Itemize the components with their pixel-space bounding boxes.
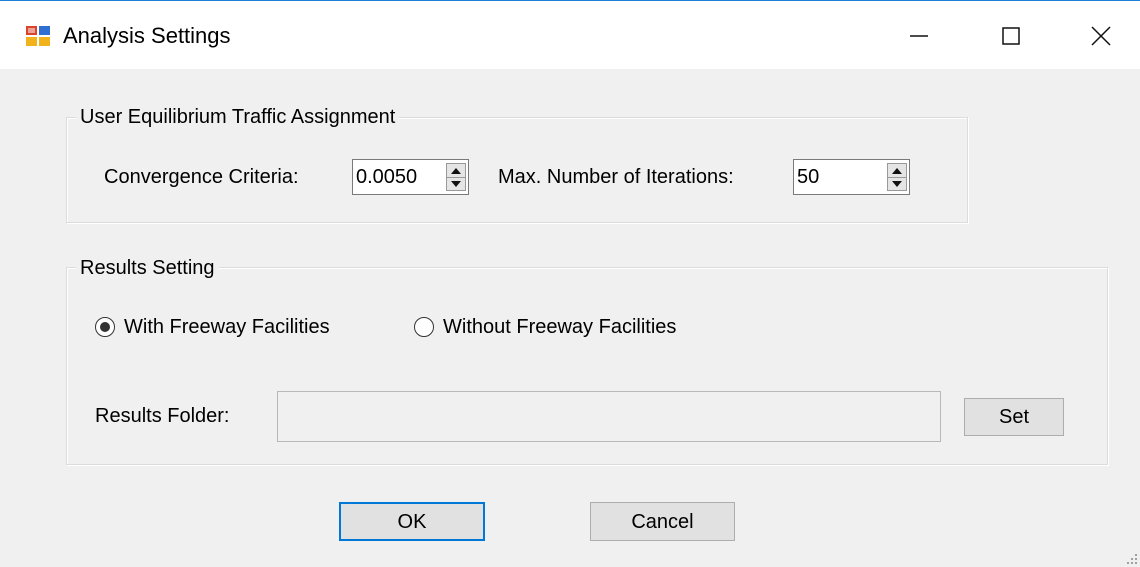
resize-grip-icon[interactable] xyxy=(1124,551,1138,565)
dialog-window: Analysis Settings User Equilibrium Traff… xyxy=(0,0,1140,567)
cancel-button[interactable]: Cancel xyxy=(590,502,735,541)
radio-with-freeway-circle[interactable] xyxy=(95,317,115,337)
results-setting-group-title: Results Setting xyxy=(76,256,219,280)
radio-with-freeway-label: With Freeway Facilities xyxy=(124,316,330,338)
spin-up-icon xyxy=(451,167,461,174)
ok-button[interactable]: OK xyxy=(339,502,485,541)
convergence-criteria-value: 0.0050 xyxy=(356,166,418,188)
convergence-down-button[interactable] xyxy=(447,177,465,190)
iterations-spin-arrows xyxy=(887,163,907,191)
set-folder-button[interactable]: Set xyxy=(964,398,1064,436)
app-icon xyxy=(26,26,50,46)
spin-down-icon xyxy=(892,180,902,187)
close-button[interactable] xyxy=(1078,15,1124,57)
iterations-up-button[interactable] xyxy=(888,164,906,178)
minimize-icon xyxy=(910,35,928,37)
spin-down-icon xyxy=(451,180,461,187)
convergence-up-button[interactable] xyxy=(447,164,465,178)
max-iterations-label: Max. Number of Iterations: xyxy=(498,166,734,188)
maximize-button[interactable] xyxy=(988,15,1034,57)
convergence-spin-arrows xyxy=(446,163,466,191)
iterations-down-button[interactable] xyxy=(888,177,906,190)
window-title: Analysis Settings xyxy=(63,23,231,48)
results-folder-field[interactable] xyxy=(277,391,941,442)
traffic-assignment-group-title: User Equilibrium Traffic Assignment xyxy=(76,105,400,129)
max-iterations-value: 50 xyxy=(797,166,820,188)
max-iterations-spinner[interactable]: 50 xyxy=(793,159,910,195)
radio-without-freeway[interactable]: Without Freeway Facilities xyxy=(414,315,676,339)
results-folder-label: Results Folder: xyxy=(95,405,230,427)
convergence-criteria-label: Convergence Criteria: xyxy=(104,166,299,188)
radio-selected-dot xyxy=(100,322,110,332)
title-bar[interactable]: Analysis Settings xyxy=(0,1,1140,69)
radio-without-freeway-label: Without Freeway Facilities xyxy=(443,316,677,338)
convergence-criteria-spinner[interactable]: 0.0050 xyxy=(352,159,469,195)
radio-with-freeway[interactable]: With Freeway Facilities xyxy=(95,315,330,339)
minimize-button[interactable] xyxy=(896,15,942,57)
maximize-icon xyxy=(1002,27,1020,45)
spin-up-icon xyxy=(892,167,902,174)
close-icon xyxy=(1091,26,1111,46)
radio-without-freeway-circle[interactable] xyxy=(414,317,434,337)
